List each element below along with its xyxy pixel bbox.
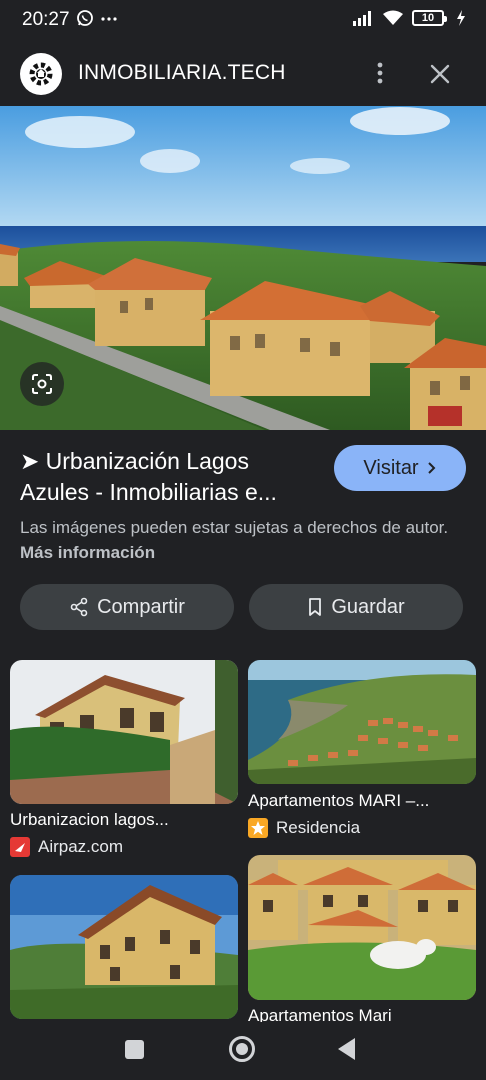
share-button-label: Compartir xyxy=(97,595,185,618)
back-icon[interactable] xyxy=(338,1038,355,1060)
chevron-right-icon xyxy=(427,462,436,474)
bookmark-icon xyxy=(309,598,322,616)
disclaimer-text: Las imágenes pueden estar sujetas a dere… xyxy=(20,518,449,537)
airpaz-favicon-icon xyxy=(10,837,30,857)
lens-search-icon[interactable] xyxy=(20,362,64,406)
wifi-icon xyxy=(383,10,403,25)
site-title: INMOBILIARIA.TECH xyxy=(78,61,286,84)
whatsapp-icon xyxy=(77,10,93,26)
related-title[interactable]: Urbanizacion lagos... xyxy=(10,810,238,830)
related-source[interactable]: Residencia xyxy=(248,818,360,838)
save-button[interactable]: Guardar xyxy=(249,584,463,630)
charging-icon xyxy=(457,10,465,26)
close-icon[interactable] xyxy=(426,60,454,88)
status-notification-icons xyxy=(76,9,118,27)
related-image[interactable] xyxy=(248,855,476,1000)
related-source-label: Residencia xyxy=(276,818,361,837)
save-button-label: Guardar xyxy=(331,595,405,618)
related-title[interactable]: Apartamentos MARI –... xyxy=(248,791,476,811)
star-favicon-icon xyxy=(248,818,268,838)
related-source-label: Airpaz.com xyxy=(38,837,124,856)
status-bar: 20:27 10 xyxy=(0,0,486,40)
share-icon xyxy=(70,597,88,617)
related-image[interactable] xyxy=(10,660,238,804)
share-button[interactable]: Compartir xyxy=(20,584,234,630)
status-time: 20:27 xyxy=(22,9,70,30)
recent-apps-icon[interactable] xyxy=(125,1040,144,1059)
result-title[interactable]: ➤ Urbanización Lagos Azules - Inmobiliar… xyxy=(20,446,320,508)
system-navigation-bar xyxy=(0,1022,486,1080)
more-dots-icon xyxy=(101,17,117,21)
site-logo-icon xyxy=(20,53,62,95)
related-source[interactable]: Airpaz.com xyxy=(10,837,123,857)
app-header: INMOBILIARIA.TECH xyxy=(0,40,486,106)
hero-image[interactable] xyxy=(0,106,486,430)
visit-button[interactable]: Visitar xyxy=(334,445,466,491)
signal-icon xyxy=(353,11,371,26)
home-icon[interactable] xyxy=(229,1036,255,1062)
status-system-icons: 10 xyxy=(352,10,466,26)
visit-button-label: Visitar xyxy=(363,456,419,479)
related-image[interactable] xyxy=(248,660,476,784)
more-info-link[interactable]: Más información xyxy=(20,543,155,562)
copyright-disclaimer: Las imágenes pueden estar sujetas a dere… xyxy=(20,515,470,565)
more-vert-icon[interactable] xyxy=(368,58,392,88)
related-image[interactable] xyxy=(10,875,238,1019)
battery-icon: 10 xyxy=(412,10,447,26)
